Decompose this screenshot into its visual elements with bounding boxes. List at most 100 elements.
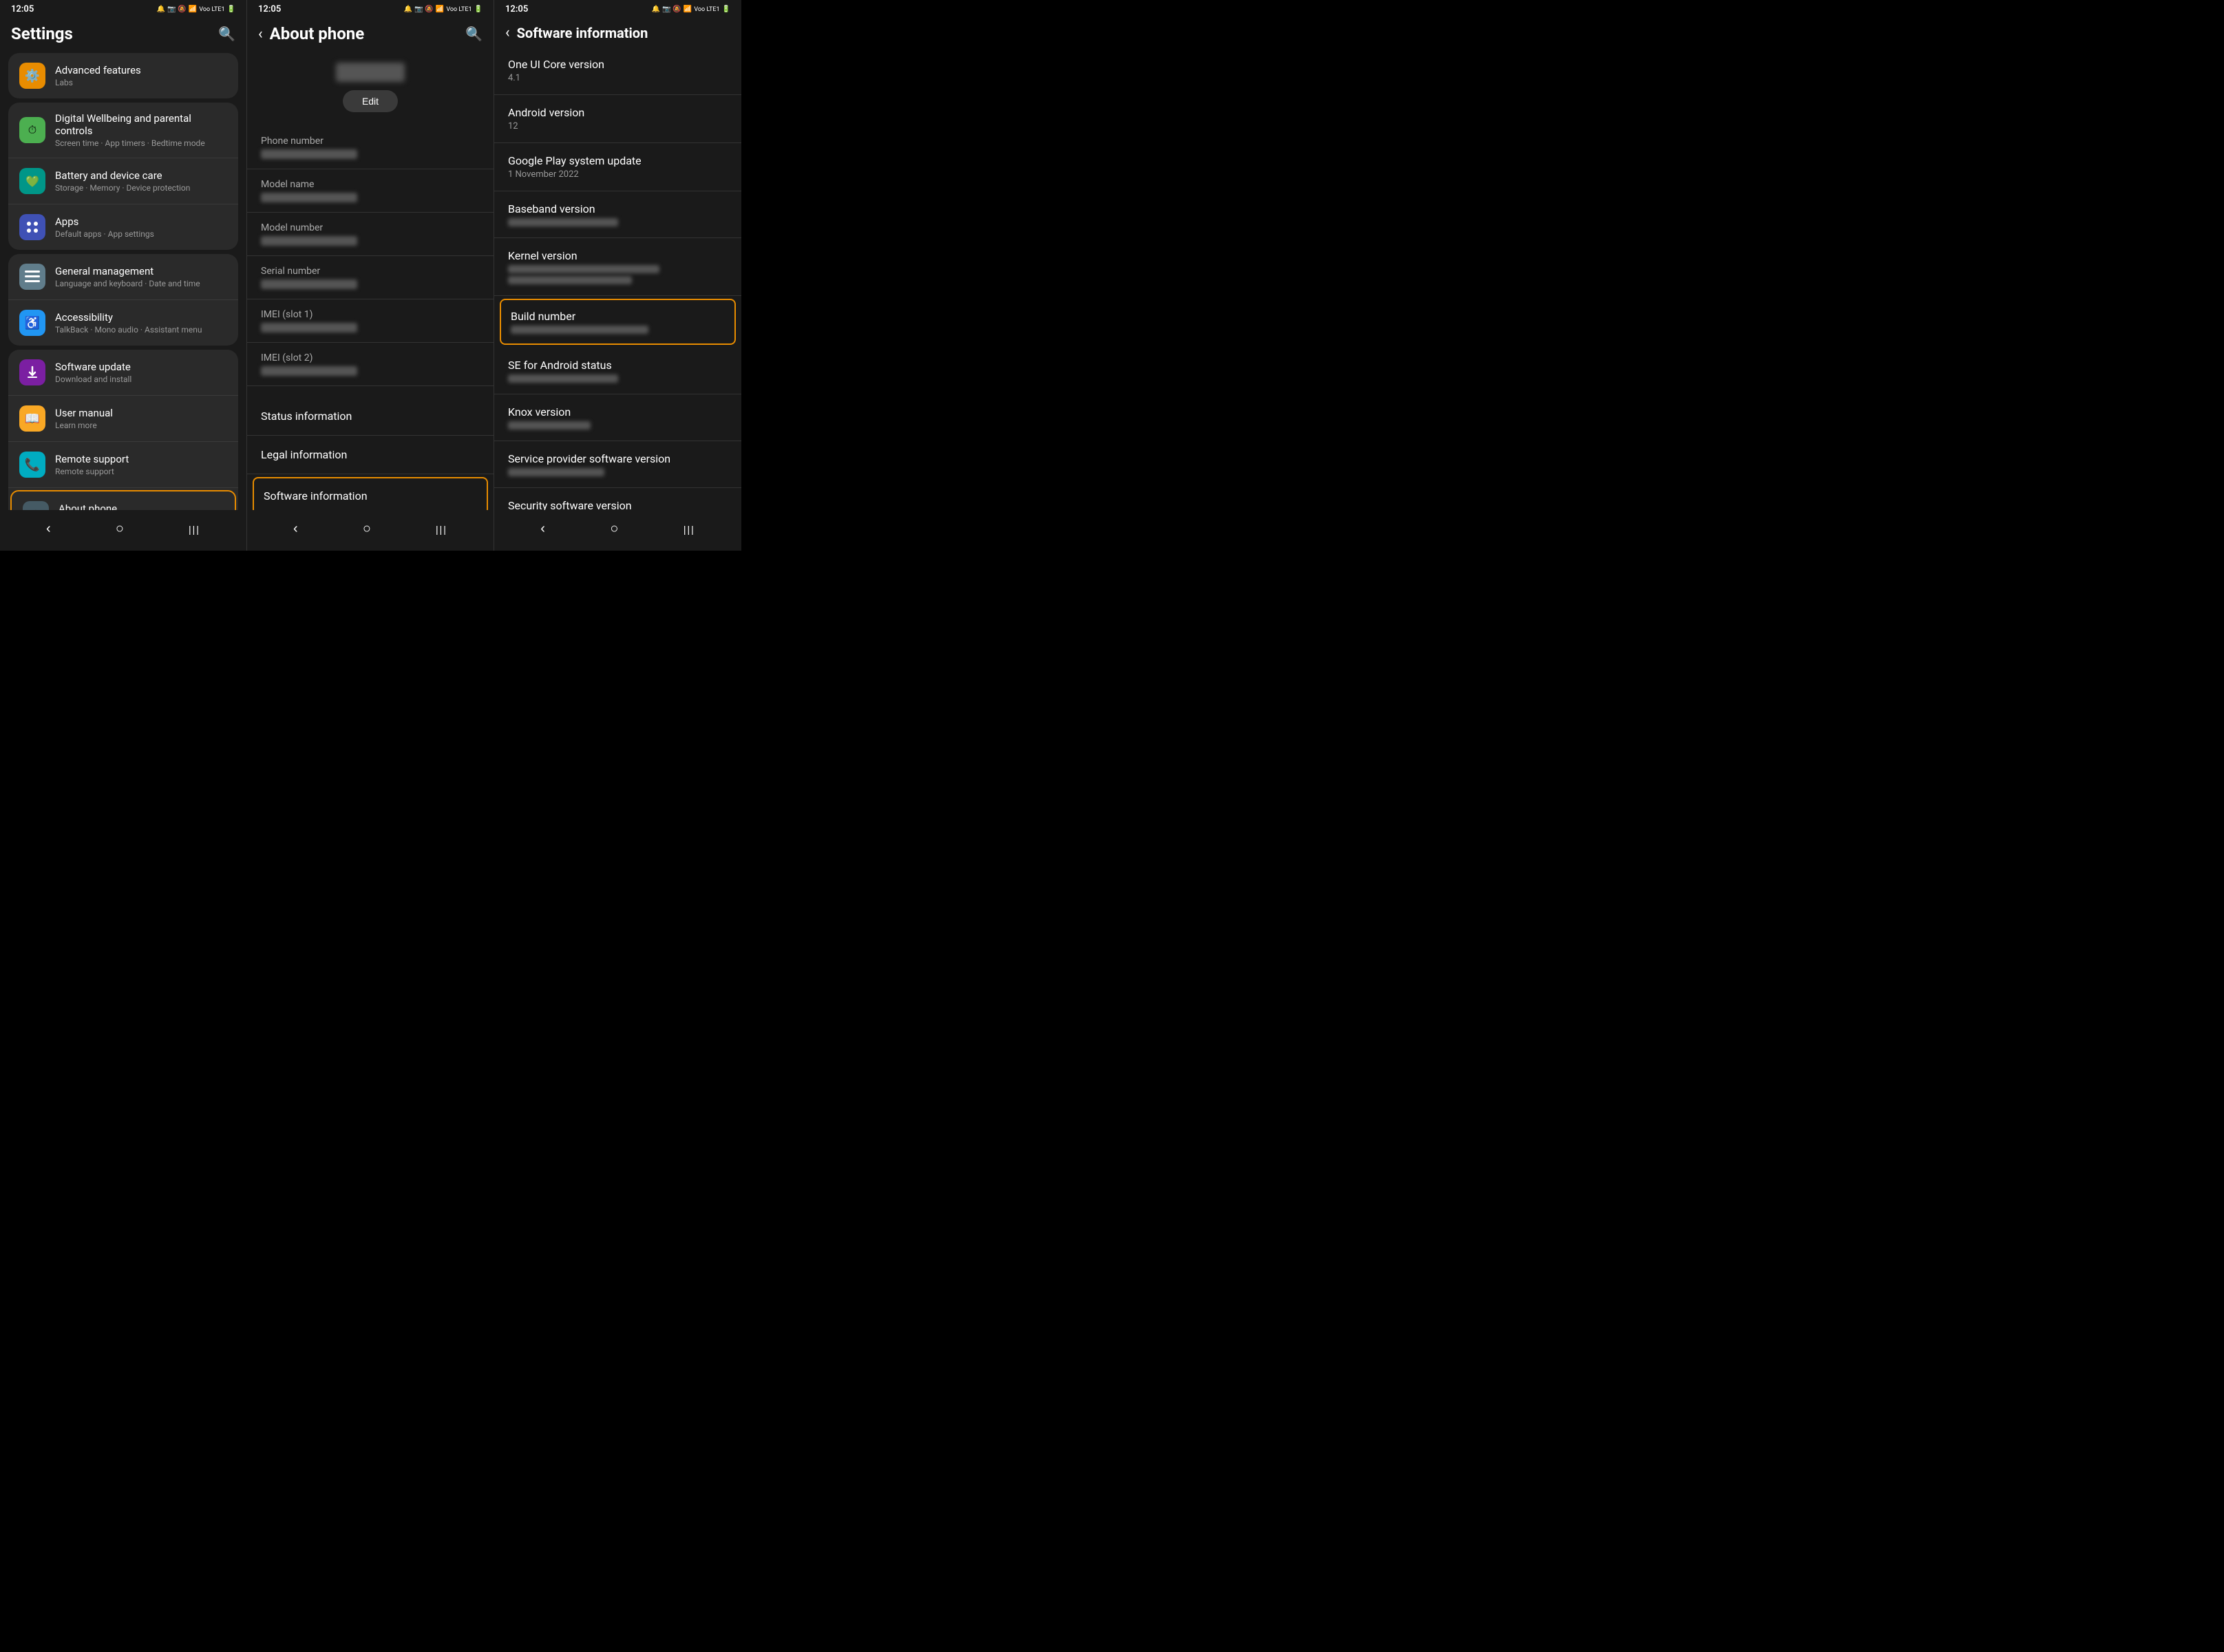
time-2: 12:05: [258, 4, 281, 14]
imei1-value: [261, 323, 357, 332]
settings-item-about-phone[interactable]: ℹ About phone Status · Legal information…: [10, 490, 236, 510]
one-ui-version-value: 4.1: [508, 73, 728, 83]
mute-icon: 🔕: [178, 6, 186, 13]
settings-item-general-management[interactable]: General management Language and keyboard…: [8, 254, 238, 300]
bottom-nav-2: ‹ ○ |||: [247, 510, 494, 551]
security-sw-item[interactable]: Security software version: [494, 488, 741, 510]
legal-information-item[interactable]: Legal information: [247, 436, 494, 474]
service-provider-item[interactable]: Service provider software version: [494, 441, 741, 488]
model-name-label: Model name: [261, 179, 480, 190]
settings-item-user-manual[interactable]: 📖 User manual Learn more: [8, 396, 238, 442]
about-back-icon[interactable]: ‹: [258, 25, 263, 43]
back-button-1[interactable]: ‹: [35, 518, 62, 540]
general-mgmt-icon: [19, 264, 45, 290]
settings-item-software-update[interactable]: Software update Download and install: [8, 350, 238, 396]
accessibility-subtitle: TalkBack · Mono audio · Assistant menu: [55, 325, 227, 335]
sw-info-content: One UI Core version 4.1 Android version …: [494, 47, 741, 510]
settings-item-remote-support[interactable]: 📞 Remote support Remote support: [8, 442, 238, 488]
wifi-icon-2: 📶: [436, 6, 444, 13]
google-play-update-value: 1 November 2022: [508, 169, 728, 180]
settings-panel: 12:05 🔔 📷 🔕 📶 Voo LTE1 🔋 Settings 🔍 ⚙️ A…: [0, 0, 247, 551]
settings-item-digital-wellbeing[interactable]: ⏱ Digital Wellbeing and parental control…: [8, 103, 238, 158]
sw-info-header-left: ‹ Software information: [505, 24, 648, 41]
status-information-item[interactable]: Status information: [247, 397, 494, 436]
camera-icon-3: 📷: [662, 6, 670, 13]
user-manual-title: User manual: [55, 407, 227, 419]
battery-care-text: Battery and device care Storage · Memory…: [55, 169, 227, 193]
imei1-item[interactable]: IMEI (slot 1): [247, 299, 494, 343]
battery-care-icon: 💚: [19, 168, 45, 194]
recents-button-3[interactable]: |||: [673, 521, 706, 538]
settings-title: Settings: [11, 24, 73, 43]
knox-version-item[interactable]: Knox version: [494, 394, 741, 441]
user-manual-icon: 📖: [19, 405, 45, 432]
recents-button-1[interactable]: |||: [178, 521, 211, 538]
android-version-label: Android version: [508, 106, 728, 119]
mute-icon-3: 🔕: [673, 6, 681, 13]
one-ui-version-item[interactable]: One UI Core version 4.1: [494, 47, 741, 95]
wifi-icon-3: 📶: [684, 6, 692, 13]
sw-info-back-icon[interactable]: ‹: [505, 24, 510, 41]
kernel-version-value: [508, 265, 659, 273]
imei2-value: [261, 366, 357, 376]
camera-icon: 📷: [167, 6, 176, 13]
baseband-version-item[interactable]: Baseband version: [494, 191, 741, 238]
about-phone-title: About phone: [270, 24, 365, 43]
about-phone-icon: ℹ: [23, 501, 49, 510]
home-button-2[interactable]: ○: [352, 518, 382, 540]
digital-wellbeing-icon: ⏱: [19, 117, 45, 143]
baseband-version-label: Baseband version: [508, 202, 728, 215]
android-version-item[interactable]: Android version 12: [494, 95, 741, 143]
imei2-item[interactable]: IMEI (slot 2): [247, 343, 494, 386]
home-button-3[interactable]: ○: [599, 518, 629, 540]
se-android-item[interactable]: SE for Android status: [494, 348, 741, 394]
status-icons-1: 🔔 📷 🔕 📶 Voo LTE1 🔋: [157, 6, 235, 13]
home-button-1[interactable]: ○: [105, 518, 135, 540]
settings-search-icon[interactable]: 🔍: [218, 25, 235, 42]
se-android-value: [508, 374, 618, 383]
software-information-label: Software information: [264, 489, 477, 502]
settings-item-accessibility[interactable]: ♿ Accessibility TalkBack · Mono audio · …: [8, 300, 238, 346]
serial-number-value: [261, 279, 357, 289]
phone-number-value: [261, 149, 357, 159]
legal-information-label: Legal information: [261, 448, 480, 461]
about-search-icon[interactable]: 🔍: [465, 25, 483, 42]
camera-icon-2: 📷: [414, 6, 423, 13]
model-number-label: Model number: [261, 222, 480, 233]
model-name-item[interactable]: Model name: [247, 169, 494, 213]
user-manual-subtitle: Learn more: [55, 421, 227, 430]
one-ui-version-label: One UI Core version: [508, 58, 728, 71]
alarm-icon-2: 🔔: [404, 6, 412, 13]
apps-icon: [19, 214, 45, 240]
phone-fields: Phone number Model name Model number Ser…: [247, 126, 494, 386]
settings-item-apps[interactable]: Apps Default apps · App settings: [8, 204, 238, 250]
kernel-version-item[interactable]: Kernel version: [494, 238, 741, 296]
serial-number-item[interactable]: Serial number: [247, 256, 494, 299]
signal-icon-2: Voo LTE1: [446, 6, 472, 13]
settings-item-advanced-features[interactable]: ⚙️ Advanced features Labs: [8, 53, 238, 98]
build-number-item[interactable]: Build number: [500, 299, 736, 345]
about-phone-text: About phone Status · Legal information ·…: [59, 502, 224, 510]
edit-button[interactable]: Edit: [343, 90, 398, 112]
signal-icon: Voo LTE1: [199, 6, 224, 13]
settings-section-advanced: ⚙️ Advanced features Labs: [8, 53, 238, 98]
avatar-image: [336, 63, 405, 82]
user-manual-text: User manual Learn more: [55, 407, 227, 430]
back-button-2[interactable]: ‹: [282, 518, 309, 540]
phone-number-item[interactable]: Phone number: [247, 126, 494, 169]
settings-item-battery-care[interactable]: 💚 Battery and device care Storage · Memo…: [8, 158, 238, 204]
status-information-label: Status information: [261, 410, 480, 423]
apps-title: Apps: [55, 215, 227, 228]
software-information-item[interactable]: Software information: [253, 477, 488, 510]
remote-support-text: Remote support Remote support: [55, 453, 227, 476]
accessibility-text: Accessibility TalkBack · Mono audio · As…: [55, 311, 227, 335]
status-bar-1: 12:05 🔔 📷 🔕 📶 Voo LTE1 🔋: [0, 0, 246, 17]
back-button-3[interactable]: ‹: [529, 518, 556, 540]
accessibility-title: Accessibility: [55, 311, 227, 324]
phone-number-label: Phone number: [261, 136, 480, 147]
model-number-item[interactable]: Model number: [247, 213, 494, 256]
recents-button-2[interactable]: |||: [425, 521, 458, 538]
google-play-update-item[interactable]: Google Play system update 1 November 202…: [494, 143, 741, 191]
apps-subtitle: Default apps · App settings: [55, 229, 227, 239]
accessibility-icon: ♿: [19, 310, 45, 336]
